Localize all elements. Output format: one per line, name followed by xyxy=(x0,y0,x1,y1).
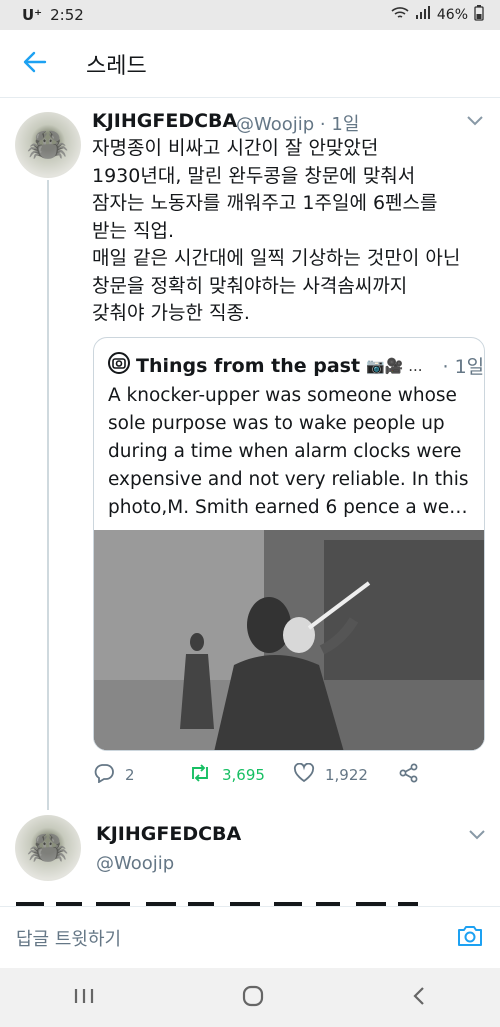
author-name[interactable]: KJIHGFEDCBA xyxy=(92,110,237,132)
quoted-photo[interactable] xyxy=(94,530,484,750)
quoted-tweet-text: A knocker-upper was someone whose sole p… xyxy=(108,385,469,518)
share-icon xyxy=(398,763,420,787)
truncated-tweet-text xyxy=(16,892,456,906)
battery-icon xyxy=(474,5,484,25)
retweet-icon xyxy=(188,764,212,786)
back-button[interactable] xyxy=(0,30,70,98)
clock: 2:52 xyxy=(50,6,84,24)
quoted-tweet[interactable]: Things from the past 📷🎥 ... · 1일 A knock… xyxy=(93,337,485,751)
author-handle[interactable]: @Woojip xyxy=(96,853,174,874)
like-count: 1,922 xyxy=(325,766,368,784)
thread-connector-line xyxy=(47,180,49,810)
camera-icon[interactable] xyxy=(456,924,484,952)
wifi-icon xyxy=(391,6,409,24)
home-icon[interactable] xyxy=(241,984,265,1012)
author-name[interactable]: KJIHGFEDCBA xyxy=(96,823,241,845)
recent-apps-icon[interactable] xyxy=(73,987,95,1009)
reply-input[interactable]: 답글 트윗하기 xyxy=(16,925,121,951)
quoted-author-emoji: 📷🎥 ... xyxy=(366,356,423,375)
quoted-tweet-header: Things from the past 📷🎥 ... · 1일 xyxy=(108,352,484,379)
reply-composer-bar[interactable]: 답글 트윗하기 xyxy=(0,906,500,968)
reply-count: 2 xyxy=(125,766,135,784)
back-arrow-icon xyxy=(23,51,47,77)
tweet-text: 자명종이 비싸고 시간이 잘 안맞았던 1930년대, 말린 완두콩을 창문에 … xyxy=(92,137,461,324)
share-button[interactable] xyxy=(398,763,420,787)
quoted-author-name: Things from the past xyxy=(136,354,361,377)
chevron-down-icon[interactable] xyxy=(468,826,490,848)
quoted-time: · 1일 xyxy=(442,356,485,378)
reply-icon xyxy=(93,763,115,787)
crab-avatar-icon: 🦀 xyxy=(26,828,70,868)
page-title: 스레드 xyxy=(86,53,147,79)
system-nav-bar xyxy=(0,968,500,1027)
chevron-down-icon[interactable] xyxy=(466,112,488,134)
crab-avatar-icon: 🦀 xyxy=(26,125,70,165)
camera-icon xyxy=(108,352,130,379)
avatar[interactable]: 🦀 xyxy=(15,815,81,881)
like-button[interactable]: 1,922 xyxy=(293,762,398,787)
back-nav-icon[interactable] xyxy=(411,985,427,1011)
like-icon xyxy=(293,762,315,787)
status-bar: U⁺ 2:52 46% xyxy=(0,0,500,30)
app-bar: 스레드 xyxy=(0,30,500,98)
tweet-actions: 2 3,695 1,922 xyxy=(93,760,483,790)
avatar[interactable]: 🦀 xyxy=(15,112,81,178)
signal-icon xyxy=(415,6,431,24)
retweet-button[interactable]: 3,695 xyxy=(188,764,293,786)
retweet-count: 3,695 xyxy=(222,766,265,784)
battery-level: 46% xyxy=(436,7,468,23)
reply-button[interactable]: 2 xyxy=(93,763,188,787)
author-handle-time[interactable]: @Woojip · 1일 xyxy=(236,110,359,136)
carrier-label: U⁺ xyxy=(22,6,43,24)
